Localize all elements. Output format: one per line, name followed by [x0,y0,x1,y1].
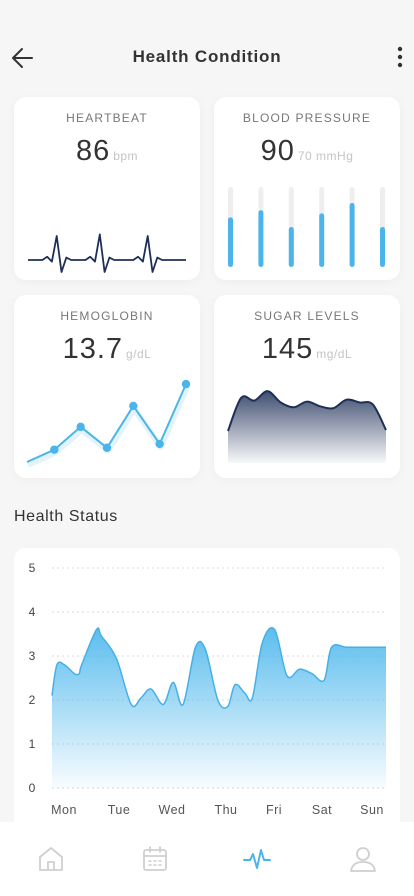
hemoglobin-shadow [26,385,190,468]
bottom-navigation [0,822,414,896]
hemoglobin-point [155,439,164,449]
sugar-levels-chart [227,390,387,463]
hemoglobin-point [102,443,112,452]
hemoglobin-chart [26,379,191,468]
health-status-chart: 0 1 2 3 4 5 Mon Tue Wed Thu Fri Sat Sun [29,561,386,817]
blood-pressure-bar [319,213,325,267]
x-tick-label: Wed [159,803,186,817]
nav-activity[interactable] [242,844,272,874]
nav-profile[interactable] [348,844,378,874]
more-options-button[interactable] [392,42,408,72]
hemoglobin-point [129,401,138,411]
x-tick-label: Fri [266,803,282,817]
hemoglobin-card[interactable]: HEMOGLOBIN 13.7 g/dL [14,295,200,478]
home-icon [39,847,63,871]
user-icon [350,847,376,872]
nav-calendar[interactable] [140,844,170,874]
x-tick-label: Sun [360,803,384,817]
activity-icon [243,849,271,869]
blood-pressure-bar [258,210,264,267]
y-tick-label: 4 [29,605,36,619]
x-tick-label: Tue [108,803,131,817]
blood-pressure-bar [380,227,385,267]
x-tick-label: Thu [214,803,237,817]
header: Health Condition [0,38,414,78]
y-tick-label: 0 [29,781,36,795]
heartbeat-chart [28,233,186,273]
blood-pressure-bar [228,217,233,267]
blood-pressure-bar [349,203,355,267]
calendar-icon [143,846,167,871]
more-vertical-icon [397,46,403,68]
heartbeat-line [28,233,186,273]
y-tick-label: 5 [29,561,36,575]
heartbeat-card[interactable]: HEARTBEAT 86 bpm [14,97,200,280]
page-title: Health Condition [132,47,282,66]
blood-pressure-bar [288,227,294,267]
health-status-title: Health Status [14,508,118,525]
x-tick-label: Sat [312,803,332,817]
y-tick-label: 1 [29,737,36,751]
health-status-card: 0 1 2 3 4 5 Mon Tue Wed Thu Fri Sat Sun [14,548,400,848]
y-tick-label: 2 [29,693,36,707]
y-tick-label: 3 [29,649,36,663]
hemoglobin-point [76,422,85,432]
hemoglobin-point [50,445,59,454]
blood-pressure-card[interactable]: BLOOD PRESSURE 90 70 mmHg [214,97,400,280]
sugar-levels-card[interactable]: SUGAR LEVELS 145 mg/dL [214,295,400,478]
nav-home[interactable] [36,844,66,874]
health-status-area [52,627,386,788]
blood-pressure-chart [228,187,385,267]
hemoglobin-point [181,379,191,389]
x-tick-label: Mon [51,803,77,817]
